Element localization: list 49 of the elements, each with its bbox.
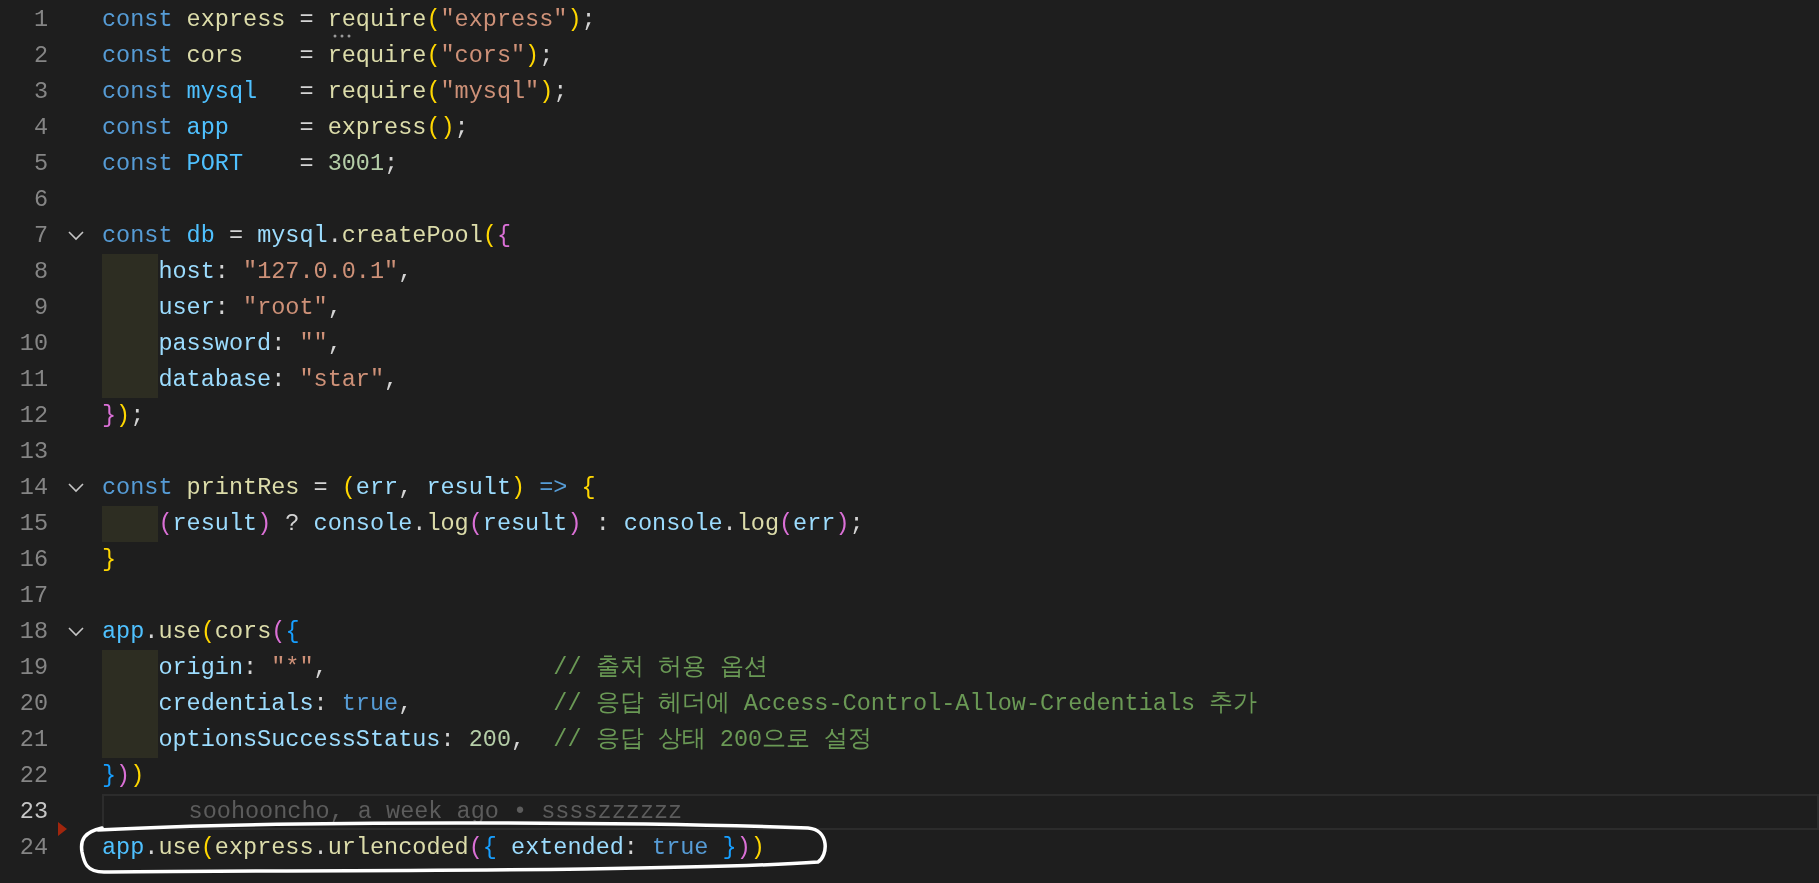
line-number: 10 [18,329,48,359]
code-line: app.use(cors({ [102,619,300,645]
line-number: 1 [32,5,48,35]
line-number: 5 [32,149,48,179]
line-number: 19 [18,653,48,683]
line-number: 15 [18,509,48,539]
code-line: const express = require("express"); [102,7,596,33]
code-line: })) [102,763,145,789]
code-line: app.use(express.urlencoded({ extended: true })) [102,835,765,861]
line-number: 23 [18,797,48,827]
line-number: 9 [32,293,48,323]
hint-dots-icon [331,34,352,38]
line-number: 18 [18,617,48,647]
code-line: const PORT = 3001; [102,151,399,177]
code-line: host: "127.0.0.1", [158,259,413,285]
line-number: 13 [18,437,48,467]
code-line: database: "star", [158,367,399,393]
code-line: const db = mysql.createPool({ [102,223,511,249]
line-number: 8 [32,257,48,287]
code-line: const app = express(); [102,115,469,141]
chevron-icon[interactable] [68,231,84,241]
code-line: const cors = require("cors"); [102,43,554,69]
line-number: 24 [18,833,48,863]
code-line: const printRes = (err, result) => { [102,475,596,501]
chevron-icon[interactable] [68,483,84,493]
line-number: 20 [18,689,48,719]
code-line: origin: "*", // 출처 허용 옵션 [158,655,768,681]
code-line: credentials: true, // 응답 헤더에 Access-Control-Allow-Credentials 추가 [158,691,1258,717]
code-line: password: "", [158,331,342,357]
line-number: 6 [32,185,48,215]
line-number: 11 [18,365,48,395]
line-number: 2 [32,41,48,71]
line-number: 22 [18,761,48,791]
code-line: optionsSuccessStatus: 200, // 응답 상태 200으로 설정 [158,727,873,753]
code-line: }); [102,403,145,429]
line-number: 3 [32,77,48,107]
line-number: 17 [18,581,48,611]
line-number: 12 [18,401,48,431]
code-line: } [102,547,117,573]
chevron-icon[interactable] [68,627,84,637]
line-number: 4 [32,113,48,143]
code-line: const mysql = require("mysql"); [102,79,568,105]
line-number: 14 [18,473,48,503]
line-number: 21 [18,725,48,755]
line-number: 7 [32,221,48,251]
blame-annotation: soohooncho, a week ago • sssszzzzzz [102,794,1819,830]
line-number: 16 [18,545,48,575]
code-line: user: "root", [158,295,342,321]
code-line: (result) ? console.log(result) : console.log(err); [158,511,864,537]
